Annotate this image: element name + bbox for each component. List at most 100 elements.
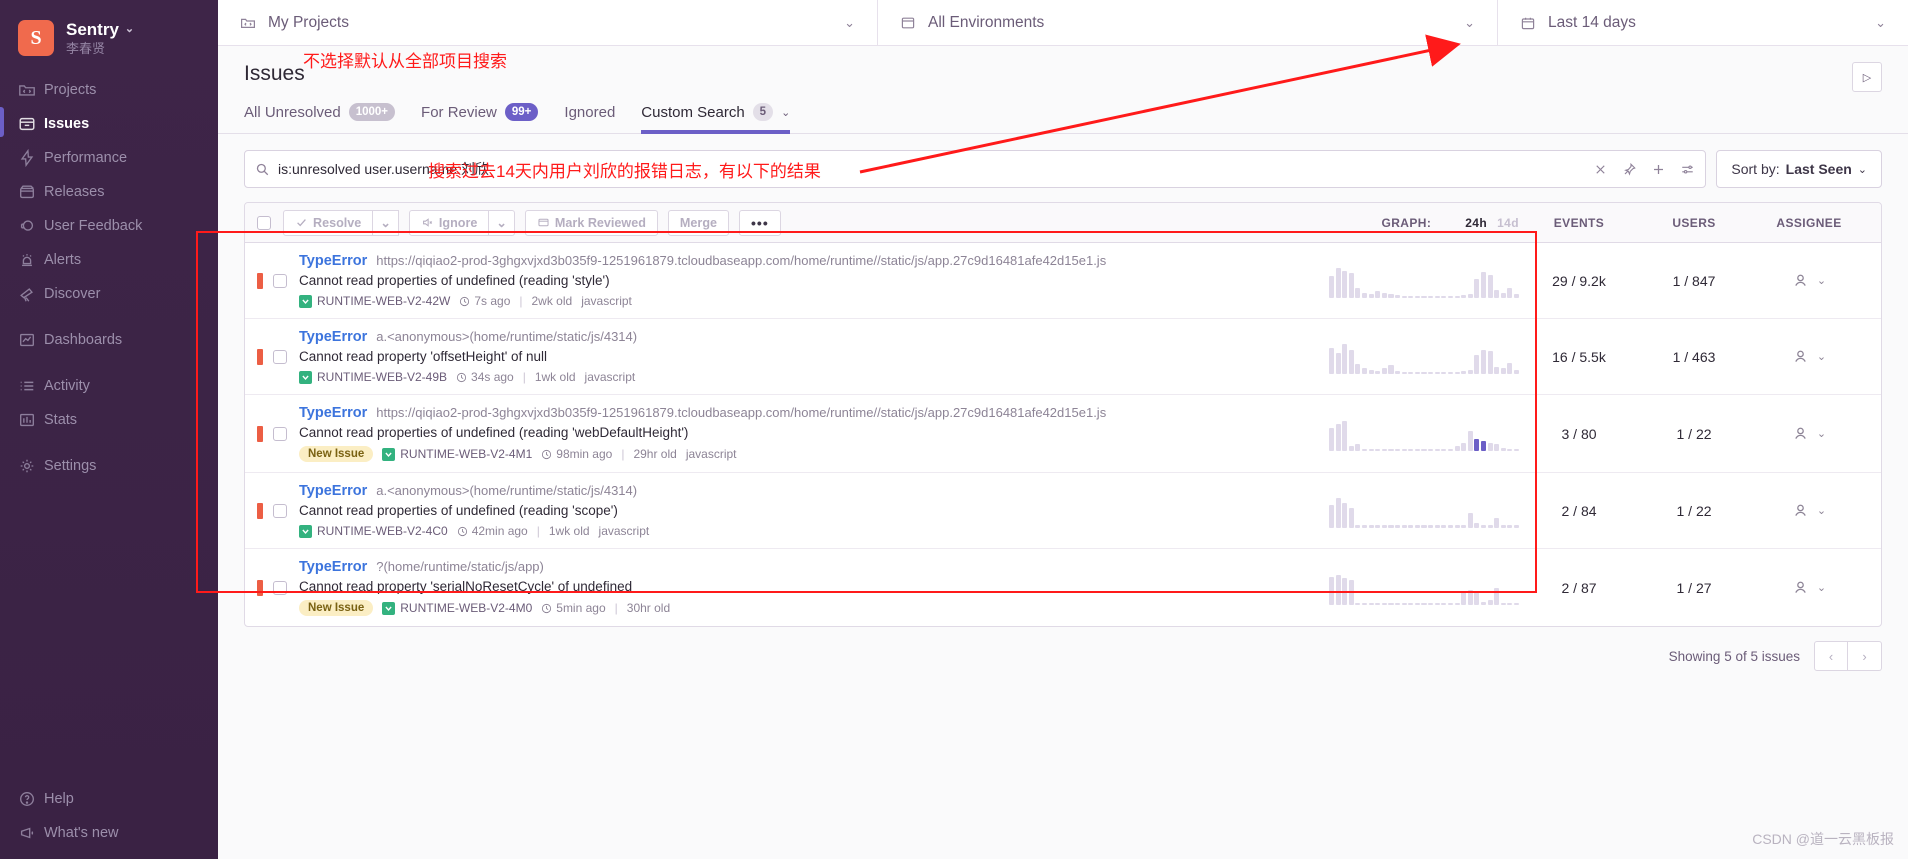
table-row[interactable]: TypeError ?(home/runtime/static/js/app) Ca… bbox=[245, 549, 1881, 626]
sparkline-bar bbox=[1494, 517, 1500, 528]
add-icon[interactable] bbox=[1651, 162, 1666, 177]
ignore-dropdown-button[interactable]: ⌄ bbox=[489, 209, 515, 236]
prev-page-button[interactable]: ‹ bbox=[1814, 641, 1848, 672]
user-icon[interactable] bbox=[1792, 579, 1809, 596]
table-row[interactable]: TypeError https://qiqiao2-prod-3ghgxvjxd3… bbox=[245, 395, 1881, 474]
last-seen-text: 7s ago bbox=[474, 294, 511, 309]
org-dropdown[interactable]: S Sentry ⌄ 李春贤 bbox=[0, 14, 218, 74]
sparkline-bar bbox=[1428, 448, 1434, 451]
environment-selector[interactable]: All Environments ⌄ bbox=[878, 0, 1498, 45]
issue-assignee[interactable]: ⌄ bbox=[1749, 425, 1869, 442]
sidebar-item-user-feedback[interactable]: User Feedback bbox=[0, 212, 218, 240]
sidebar-nav: Projects Issues Performance Releases Use… bbox=[0, 76, 218, 486]
more-actions-button[interactable]: ••• bbox=[739, 209, 781, 236]
issue-assignee[interactable]: ⌄ bbox=[1749, 272, 1869, 289]
project-selector[interactable]: My Projects ⌄ bbox=[218, 0, 878, 45]
chevron-down-icon[interactable]: ⌄ bbox=[1817, 350, 1826, 363]
issue-short-id[interactable]: RUNTIME-WEB-V2-49B bbox=[299, 370, 447, 384]
tab-custom-search[interactable]: Custom Search 5 ⌄ bbox=[641, 103, 791, 135]
issue-checkbox[interactable] bbox=[273, 580, 287, 595]
table-row[interactable]: TypeError a.<anonymous>(home/runtime/stat… bbox=[245, 473, 1881, 550]
issue-checkbox[interactable] bbox=[273, 503, 287, 518]
sidebar-item-issues[interactable]: Issues bbox=[0, 107, 218, 138]
issue-users-count: 1 / 22 bbox=[1676, 502, 1712, 519]
issue-assignee[interactable]: ⌄ bbox=[1749, 348, 1869, 365]
resolve-dropdown-button[interactable]: ⌄ bbox=[373, 209, 399, 236]
select-all-checkbox[interactable] bbox=[257, 215, 271, 230]
chevron-down-icon[interactable]: ⌄ bbox=[1817, 504, 1826, 517]
sparkline-bar bbox=[1474, 591, 1480, 605]
issue-short-id[interactable]: RUNTIME-WEB-V2-4C0 bbox=[299, 524, 448, 538]
issue-language: javascript bbox=[685, 447, 737, 462]
sparkline-bar bbox=[1434, 602, 1440, 605]
issue-meta: New Issue RUNTIME-WEB-V2-4M1 98min ago | 29h… bbox=[299, 446, 1329, 463]
merge-button[interactable]: Merge bbox=[667, 209, 730, 236]
date-range-selector[interactable]: Last 14 days ⌄ bbox=[1498, 0, 1908, 45]
table-row[interactable]: TypeError a.<anonymous>(home/runtime/stat… bbox=[245, 319, 1881, 396]
pagination: ‹ › bbox=[1814, 641, 1882, 672]
next-page-button[interactable]: › bbox=[1848, 641, 1882, 672]
sidebar-item-whats-new[interactable]: What's new bbox=[0, 819, 218, 847]
issue-title: TypeError https://qiqiao2-prod-3ghgxvjxd3… bbox=[299, 405, 1329, 421]
lightning-icon bbox=[18, 148, 44, 168]
last-seen-text: 5min ago bbox=[556, 601, 606, 616]
chevron-down-icon[interactable]: ⌄ bbox=[1817, 581, 1826, 594]
issue-short-id[interactable]: RUNTIME-WEB-V2-4M0 bbox=[382, 601, 532, 615]
sparkline-bar bbox=[1500, 602, 1506, 605]
issue-type-link[interactable]: TypeError bbox=[299, 559, 367, 575]
tab-ignored[interactable]: Ignored bbox=[564, 104, 615, 134]
graph-option-14d[interactable]: 14d bbox=[1497, 216, 1519, 230]
issue-short-id[interactable]: RUNTIME-WEB-V2-42W bbox=[299, 294, 450, 308]
sidebar-item-settings[interactable]: Settings bbox=[0, 452, 218, 480]
user-icon[interactable] bbox=[1792, 348, 1809, 365]
sidebar-item-alerts[interactable]: Alerts bbox=[0, 246, 218, 274]
search-input[interactable]: is:unresolved user.username:刘欣 bbox=[244, 150, 1707, 189]
sidebar-item-releases[interactable]: Releases bbox=[0, 178, 218, 206]
user-icon[interactable] bbox=[1792, 502, 1809, 519]
sort-by-dropdown[interactable]: Sort by: Last Seen ⌄ bbox=[1716, 150, 1882, 189]
issue-type-link[interactable]: TypeError bbox=[299, 483, 367, 499]
sparkline-bar bbox=[1388, 602, 1394, 605]
tab-all-unresolved[interactable]: All Unresolved 1000+ bbox=[244, 103, 396, 134]
sparkline-bar bbox=[1441, 602, 1447, 605]
issue-checkbox[interactable] bbox=[273, 349, 287, 364]
issue-assignee[interactable]: ⌄ bbox=[1749, 502, 1869, 519]
sidebar-item-stats[interactable]: Stats bbox=[0, 406, 218, 434]
graph-option-24h[interactable]: 24h bbox=[1465, 216, 1487, 230]
tab-for-review[interactable]: For Review 99+ bbox=[421, 103, 539, 134]
user-icon[interactable] bbox=[1792, 272, 1809, 289]
issue-short-id[interactable]: RUNTIME-WEB-V2-4M1 bbox=[382, 447, 532, 461]
auto-refresh-button[interactable]: ▷ bbox=[1852, 62, 1882, 92]
sidebar-item-discover[interactable]: Discover bbox=[0, 280, 218, 308]
sidebar-item-projects[interactable]: Projects bbox=[0, 76, 218, 104]
issue-checkbox[interactable] bbox=[273, 273, 287, 288]
more-label: ••• bbox=[751, 214, 769, 231]
sidebar-item-performance[interactable]: Performance bbox=[0, 144, 218, 172]
tab-label: Ignored bbox=[564, 104, 616, 122]
clear-icon[interactable] bbox=[1593, 162, 1608, 177]
issue-type-link[interactable]: TypeError bbox=[299, 253, 367, 269]
user-icon[interactable] bbox=[1792, 425, 1809, 442]
issue-meta: RUNTIME-WEB-V2-4C0 42min ago | 1wk old javas… bbox=[299, 524, 1329, 538]
issue-age: 2wk old bbox=[531, 294, 573, 309]
chevron-down-icon[interactable]: ⌄ bbox=[781, 106, 790, 119]
sparkline-bar bbox=[1381, 602, 1387, 605]
ignore-button[interactable]: Ignore bbox=[408, 209, 490, 236]
pin-icon[interactable] bbox=[1622, 162, 1637, 177]
issue-assignee[interactable]: ⌄ bbox=[1749, 579, 1869, 596]
resolve-button[interactable]: Resolve bbox=[283, 209, 374, 236]
settings-sliders-icon[interactable] bbox=[1680, 162, 1695, 177]
sparkline-bar bbox=[1428, 295, 1434, 298]
sparkline-bar bbox=[1375, 370, 1381, 374]
sidebar-item-activity[interactable]: Activity bbox=[0, 372, 218, 400]
org-user-name: 李春贤 bbox=[66, 40, 106, 56]
sidebar-item-dashboards[interactable]: Dashboards bbox=[0, 326, 218, 354]
mark-reviewed-button[interactable]: Mark Reviewed bbox=[524, 209, 658, 236]
issue-type-link[interactable]: TypeError bbox=[299, 329, 367, 345]
sidebar-item-help[interactable]: Help bbox=[0, 785, 218, 813]
table-row[interactable]: TypeError https://qiqiao2-prod-3ghgxvjxd3… bbox=[245, 243, 1881, 320]
issue-type-link[interactable]: TypeError bbox=[299, 405, 367, 421]
issue-checkbox[interactable] bbox=[273, 426, 287, 441]
chevron-down-icon[interactable]: ⌄ bbox=[1817, 274, 1826, 287]
chevron-down-icon[interactable]: ⌄ bbox=[1817, 427, 1826, 440]
